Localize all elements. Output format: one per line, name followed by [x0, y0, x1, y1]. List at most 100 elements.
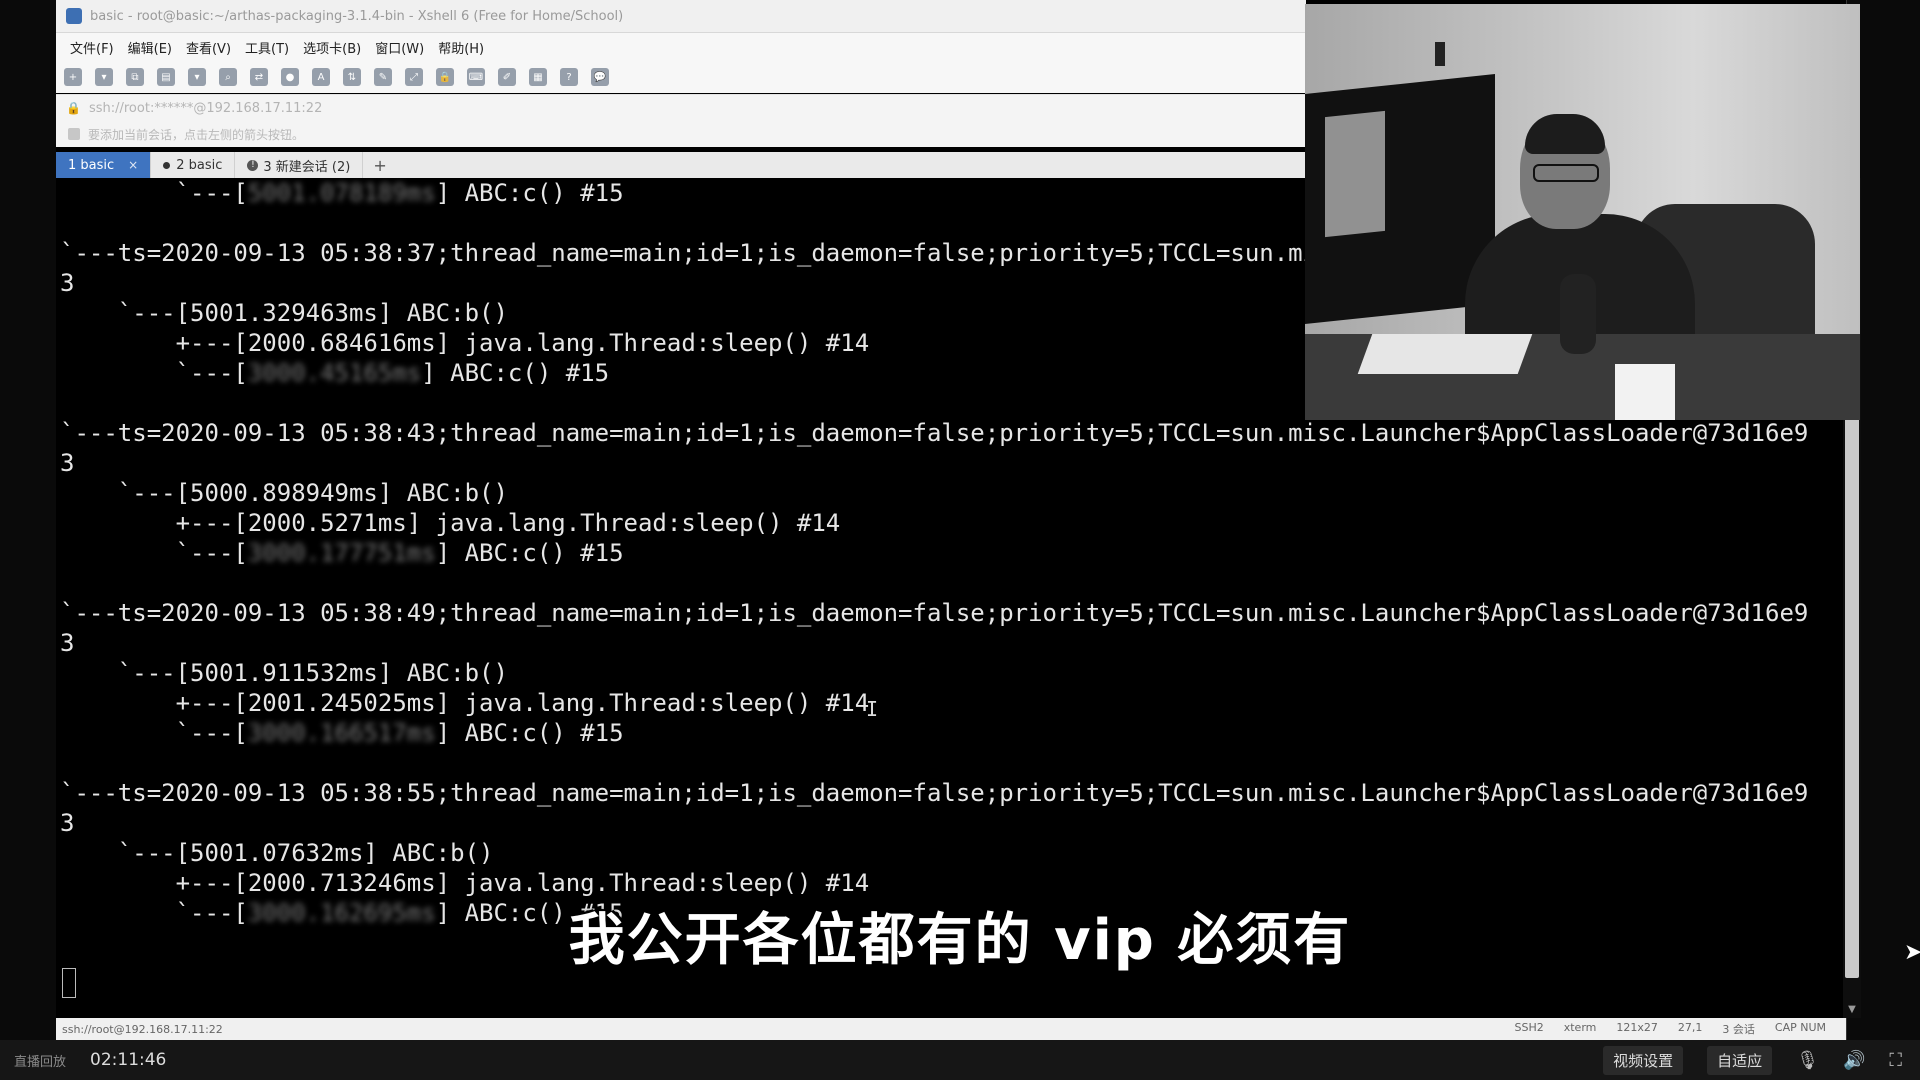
copy-icon[interactable]: ⧉ [126, 68, 144, 86]
blurred-duration: 3000.166517ms [247, 719, 436, 747]
menu-edit[interactable]: 编辑(E) [128, 38, 172, 57]
webcam-cup [1615, 364, 1675, 420]
terminal-line: +---[2000.684616ms] java.lang.Thread:sle… [60, 329, 870, 357]
live-replay-label: 直播回放 [14, 1054, 67, 1070]
color-scheme-icon[interactable]: ● [281, 68, 299, 86]
blurred-duration: 3000.45165ms [247, 359, 422, 387]
xftp-icon[interactable]: ⇅ [343, 68, 361, 86]
terminal-line: +---[2000.713246ms] java.lang.Thread:sle… [60, 869, 870, 897]
blurred-duration: 3000.177751ms [247, 539, 436, 567]
transfer-icon[interactable]: ⇄ [250, 68, 268, 86]
line-suffix: ] ABC:c() #15 [435, 719, 624, 747]
terminal-line: +---[2000.5271ms] java.lang.Thread:sleep… [60, 509, 841, 537]
line-prefix: `---[ [60, 359, 248, 387]
webcam-overlay [1305, 4, 1860, 420]
session-hint-text: 要添加当前会话，点击左侧的箭头按钮。 [88, 127, 305, 142]
menu-tools[interactable]: 工具(T) [245, 38, 289, 57]
terminal-line: `---[5001.07632ms] ABC:b() [60, 839, 494, 867]
terminal-line: `---[5001.911532ms] ABC:b() [60, 659, 508, 687]
playback-time: 02:11:46 [90, 1050, 167, 1070]
video-settings-button[interactable]: 视频设置 [1603, 1045, 1684, 1075]
session-hint-bar: 要添加当前会话，点击左侧的箭头按钮。 [56, 121, 1306, 147]
search-icon[interactable]: ⌕ [219, 68, 237, 86]
tab-1-basic[interactable]: 1 basic × [56, 152, 152, 178]
status-size: 121x27 [1616, 1021, 1658, 1034]
status-dot-icon [163, 161, 171, 169]
webcam-microphone [1560, 274, 1596, 354]
menu-help[interactable]: 帮助(H) [438, 38, 484, 57]
status-protocol: SSH2 [1514, 1021, 1544, 1034]
help-icon[interactable]: ? [560, 68, 578, 86]
terminal-line: 3 [60, 809, 75, 837]
menu-window[interactable]: 窗口(W) [375, 38, 424, 57]
line-suffix: ] ABC:c() #15 [421, 359, 610, 387]
properties-icon[interactable]: ▾ [188, 68, 206, 86]
scroll-down-icon[interactable]: ▼ [1846, 1004, 1858, 1016]
menu-tabs[interactable]: 选项卡(B) [303, 38, 361, 57]
line-suffix: ] ABC:c() #15 [435, 179, 624, 207]
menu-view[interactable]: 查看(V) [186, 38, 231, 57]
compose-icon[interactable]: ✎ [374, 68, 392, 86]
address-lock-icon: 🔒 [66, 101, 81, 115]
terminal-line: `---[5001.078189ms] ABC:c() #15 [60, 178, 624, 208]
paste-icon[interactable]: ▤ [157, 68, 175, 86]
open-folder-icon[interactable]: ▾ [95, 68, 113, 86]
layout-icon[interactable]: ▦ [529, 68, 547, 86]
menu-bar: 文件(F) 编辑(E) 查看(V) 工具(T) 选项卡(B) 窗口(W) 帮助(… [56, 33, 1306, 61]
status-connection: ssh://root@192.168.17.11:22 [62, 1022, 223, 1036]
webcam-monitor-glare [1325, 110, 1385, 238]
terminal-line: `---[3000.166517ms] ABC:c() #15 [60, 718, 624, 748]
mouse-pointer-icon: ➤ [1904, 940, 1920, 965]
terminal-line: `---ts=2020-09-13 05:38:55;thread_name=m… [60, 779, 1809, 807]
terminal-line: `---[5000.898949ms] ABC:b() [60, 479, 508, 507]
video-subtitle: 我公开各位都有的 vip 必须有 [568, 908, 1352, 973]
tab-label: 1 basic [68, 157, 115, 173]
font-icon[interactable]: A [312, 68, 330, 86]
script-icon[interactable]: ✐ [498, 68, 516, 86]
menu-file[interactable]: 文件(F) [70, 38, 114, 57]
window-title: basic - root@basic:~/arthas-packaging-3.… [90, 8, 624, 24]
status-caps: CAP NUM [1774, 1021, 1826, 1034]
xshell-app-icon [66, 8, 82, 24]
terminal-line: `---ts=2020-09-13 05:38:49;thread_name=m… [60, 599, 1809, 627]
text-cursor-icon: I [866, 697, 879, 721]
fit-mode-button[interactable]: 自适应 [1707, 1045, 1773, 1075]
address-bar[interactable]: 🔒 ssh://root:******@192.168.17.11:22 [56, 94, 1306, 121]
fullscreen-toggle-icon[interactable]: ⛶ [1889, 1050, 1902, 1071]
line-prefix: `---[ [60, 179, 248, 207]
terminal-line: 3 [60, 629, 75, 657]
status-term: xterm [1563, 1021, 1597, 1034]
warning-icon: ! [247, 159, 259, 171]
tab-2-basic[interactable]: 2 basic [151, 152, 236, 178]
terminal-line: `---ts=2020-09-13 05:38:43;thread_name=m… [60, 419, 1809, 447]
video-player-bar: 直播回放 02:11:46 视频设置 自适应 🎙 🔊 ⛶ [0, 1040, 1920, 1080]
volume-icon[interactable]: 🔊 [1843, 1050, 1865, 1071]
terminal-line: +---[2001.245025ms] java.lang.Thread:sle… [60, 689, 870, 717]
blurred-duration: 5001.078189ms [247, 179, 436, 207]
terminal-line: `---[3000.45165ms] ABC:c() #15 [60, 358, 609, 388]
tab-label: 2 basic [176, 157, 223, 173]
line-prefix: `---[ [60, 539, 248, 567]
status-cursor: 27,1 [1677, 1021, 1703, 1034]
line-suffix: ] ABC:c() #15 [435, 539, 624, 567]
add-tab-button[interactable]: + [363, 156, 396, 175]
status-bar: ssh://root@192.168.17.11:22 SSH2 xterm 1… [56, 1018, 1846, 1040]
title-bar: basic - root@basic:~/arthas-packaging-3.… [56, 0, 1306, 33]
terminal-line: `---[5001.329463ms] ABC:b() [60, 299, 508, 327]
chat-icon[interactable]: 💬 [591, 68, 609, 86]
new-session-icon[interactable]: + [64, 68, 82, 86]
lock-icon[interactable]: 🔒 [436, 68, 454, 86]
microphone-icon[interactable]: 🎙 [1796, 1050, 1819, 1071]
tab-label: 3 新建会话 (2) [263, 159, 351, 175]
status-sessions: 3 会话 [1722, 1023, 1755, 1036]
line-prefix: `---[ [60, 719, 248, 747]
keyboard-icon[interactable]: ⌨ [467, 68, 485, 86]
bookmark-icon[interactable] [68, 128, 80, 140]
address-text: ssh://root:******@192.168.17.11:22 [88, 100, 323, 116]
toolbar: + ▾ ⧉ ▤ ▾ ⌕ ⇄ ● A ⇅ ✎ ⤢ 🔒 ⌨ ✐ ▦ ? 💬 [56, 61, 1306, 93]
terminal-line: 3 [60, 449, 75, 477]
fullscreen-icon[interactable]: ⤢ [405, 68, 423, 86]
tab-3-new-session[interactable]: ! 3 新建会话 (2) [235, 152, 364, 178]
close-tab-icon[interactable]: × [128, 158, 138, 172]
tab-bar: 1 basic × 2 basic ! 3 新建会话 (2) + [56, 152, 1306, 178]
